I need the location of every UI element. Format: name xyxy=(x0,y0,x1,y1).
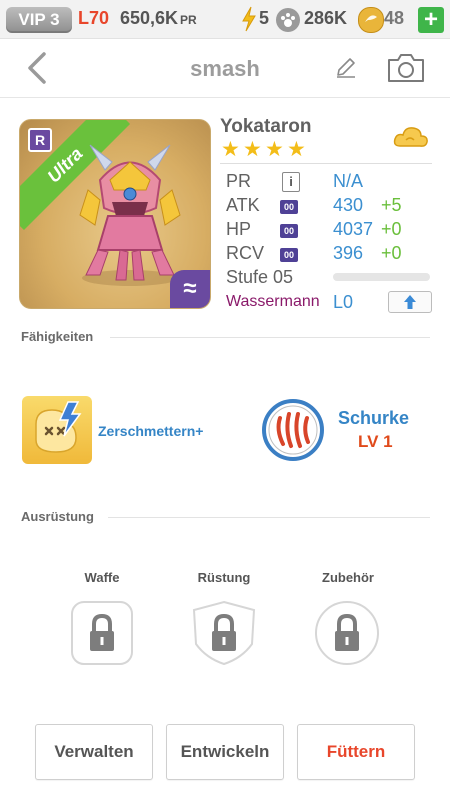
info-icon[interactable]: i xyxy=(282,172,300,192)
page-title: smash xyxy=(190,56,260,81)
upgrade-element-button[interactable] xyxy=(388,291,432,313)
stat-value-rcv: 396 xyxy=(333,243,364,263)
slot-label-armor: Rüstung xyxy=(197,570,251,585)
skill-name[interactable]: Zerschmettern+ xyxy=(98,423,203,439)
element-name: Wassermann xyxy=(226,293,320,310)
lightning-icon xyxy=(242,6,256,32)
class-name: Schurke xyxy=(338,408,410,428)
arrow-up-icon xyxy=(404,295,416,309)
power-unit: PR xyxy=(180,13,197,27)
equipment-section-title: Ausrüstung xyxy=(21,509,94,524)
class-level: LV 1 xyxy=(358,432,393,451)
pencil-edit-icon[interactable] xyxy=(334,55,358,79)
power-value: 650,6K xyxy=(120,8,179,28)
paw-icon xyxy=(276,8,300,32)
rank-badge: R xyxy=(28,128,52,152)
water-element-icon: ≈ xyxy=(170,270,210,308)
feed-button[interactable]: Füttern xyxy=(297,724,415,780)
power-rating: 650,6K PR xyxy=(120,8,197,29)
stat-bonus-atk: +5 xyxy=(381,195,402,215)
stat-bonus-rcv: +0 xyxy=(381,243,402,263)
monster-illustration xyxy=(79,144,181,286)
stufe-progress-bar xyxy=(333,273,430,281)
element-level: L0 xyxy=(333,292,354,312)
gem-coin-icon xyxy=(358,7,384,33)
stat-label-pr: PR xyxy=(226,171,252,191)
star-rating: ★ ★ ★ ★ xyxy=(221,138,309,161)
stat-value-atk: 430 xyxy=(333,195,364,215)
weapon-slot-lock-icon[interactable] xyxy=(70,600,134,666)
divider xyxy=(108,517,430,518)
divider xyxy=(220,163,432,164)
vip-badge[interactable]: VIP 3 xyxy=(6,7,72,33)
divider xyxy=(110,337,430,338)
stat-badge-hp: 00 xyxy=(280,224,298,238)
stat-bonus-hp: +0 xyxy=(381,219,402,239)
player-level: L70 xyxy=(78,8,110,28)
evolve-button[interactable]: Entwickeln xyxy=(166,724,284,780)
camera-icon[interactable] xyxy=(386,52,426,84)
star-icon: ★ xyxy=(221,138,240,161)
stat-label-rcv: RCV xyxy=(226,243,265,263)
star-icon: ★ xyxy=(265,138,284,161)
skill-icon[interactable] xyxy=(22,396,92,464)
header-bar: smash xyxy=(0,39,450,98)
stat-value-pr: N/A xyxy=(333,171,364,191)
stat-value-hp: 4037 xyxy=(333,219,374,239)
paw-count: 286K xyxy=(304,8,348,28)
cloud-element-icon[interactable] xyxy=(392,122,430,152)
slot-label-accessory: Zubehör xyxy=(322,570,374,585)
stat-badge-atk: 00 xyxy=(280,200,298,214)
add-gems-button[interactable]: + xyxy=(418,7,444,33)
monster-portrait[interactable]: Ultra R ≈ xyxy=(19,119,211,309)
energy-count: 5 xyxy=(259,8,270,28)
stat-badge-rcv: 00 xyxy=(280,248,298,262)
stat-label-atk: ATK xyxy=(226,195,260,215)
stufe-label: Stufe 05 xyxy=(226,267,294,287)
star-icon: ★ xyxy=(243,138,262,161)
monster-name: Yokataron xyxy=(220,116,312,137)
skills-section-title: Fähigkeiten xyxy=(21,329,94,344)
armor-slot-lock-icon[interactable] xyxy=(192,600,256,666)
claw-class-icon[interactable] xyxy=(261,398,325,462)
gem-count: 48 xyxy=(384,8,405,28)
slot-label-weapon: Waffe xyxy=(84,570,120,585)
star-icon: ★ xyxy=(287,138,306,161)
manage-button[interactable]: Verwalten xyxy=(35,724,153,780)
stat-label-hp: HP xyxy=(226,219,252,239)
accessory-slot-lock-icon[interactable] xyxy=(314,600,380,666)
